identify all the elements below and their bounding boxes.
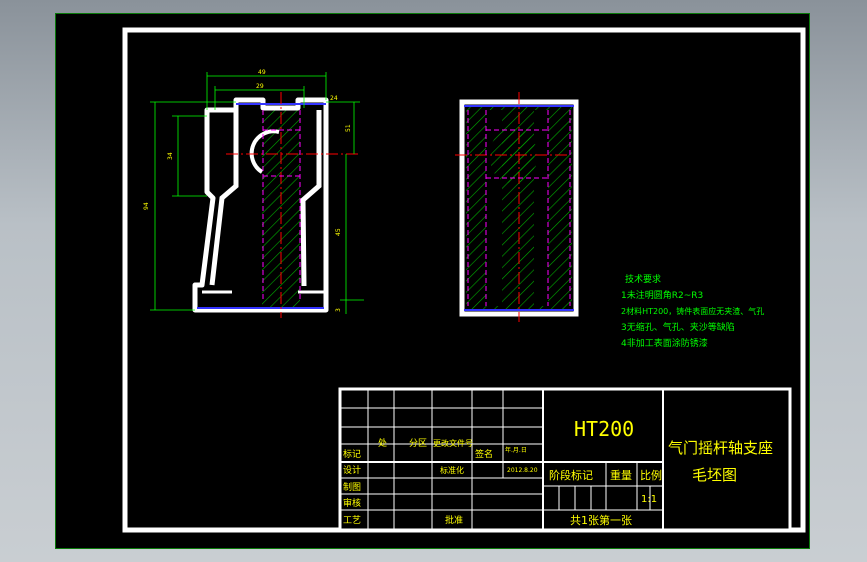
dim-top-right: 24	[330, 95, 338, 102]
row-date: 2012.8.20	[507, 467, 538, 474]
tech-requirements: 技术要求 1未注明圆角R2~R3 2材料HT200，铸件表面应无夹渣、气孔 3无…	[621, 273, 764, 349]
material-label: HT200	[574, 417, 634, 441]
dim-left-height: 34	[167, 152, 174, 160]
front-inner-left	[209, 110, 239, 286]
dim-total-height: 94	[143, 202, 150, 210]
dim-upper-width: 29	[256, 83, 264, 90]
dim-bottom: 3	[335, 308, 342, 312]
row-process: 工艺	[343, 515, 361, 526]
title-block: HT200 气门摇杆轴支座 毛坯图 标记 处 分区 更改文件号 签名 年.月.日…	[338, 387, 792, 532]
scale-value: 1:1	[641, 494, 657, 505]
drawing-svg: 49 29 94 34 45 51 24 3 技术要求 1未注明圆角R2~R3 …	[122, 27, 806, 533]
row-approve: 批准	[445, 514, 463, 526]
row-design: 设计	[343, 464, 361, 476]
stage-label: 阶段标记	[549, 468, 593, 482]
front-dimensions	[150, 72, 364, 314]
front-dim-labels: 49 29 94 34 45 51 24 3	[143, 69, 352, 312]
tech-item-4: 4非加工表面涂防锈漆	[621, 337, 708, 349]
side-view	[455, 92, 579, 322]
hdr-sign: 签名	[475, 448, 493, 460]
tech-item-1: 1未注明圆角R2~R3	[621, 289, 703, 301]
part-name-1: 气门摇杆轴支座	[668, 439, 773, 457]
dim-top-width: 49	[258, 69, 266, 76]
hdr-date: 年.月.日	[505, 446, 527, 454]
row-draw: 制图	[343, 481, 361, 493]
scale-label: 比例	[640, 468, 662, 482]
sheets-label: 共1张第一张	[570, 513, 632, 527]
front-view: 49 29 94 34 45 51 24 3	[143, 69, 364, 318]
dim-right-upper: 51	[345, 124, 352, 132]
hdr-count: 处	[378, 437, 387, 449]
title-block-frame	[338, 387, 792, 532]
hdr-zone: 分区	[409, 438, 427, 449]
row-check: 审核	[343, 497, 361, 509]
hdr-mark: 标记	[343, 448, 361, 460]
hdr-file: 更改文件号	[433, 438, 473, 448]
part-name-2: 毛坯图	[692, 466, 737, 484]
row-standard: 标准化	[440, 465, 464, 475]
cad-viewport[interactable]: 49 29 94 34 45 51 24 3 技术要求 1未注明圆角R2~R3 …	[0, 0, 867, 562]
dim-mid-height: 45	[335, 228, 342, 236]
weight-label: 重量	[610, 468, 632, 482]
front-inner-right	[300, 110, 322, 287]
tech-item-2: 2材料HT200，铸件表面应无夹渣、气孔	[621, 306, 764, 316]
tech-title: 技术要求	[625, 273, 661, 285]
tech-item-3: 3无缩孔、气孔、夹沙等缺陷	[621, 321, 735, 333]
side-bore-hatch	[491, 128, 537, 184]
